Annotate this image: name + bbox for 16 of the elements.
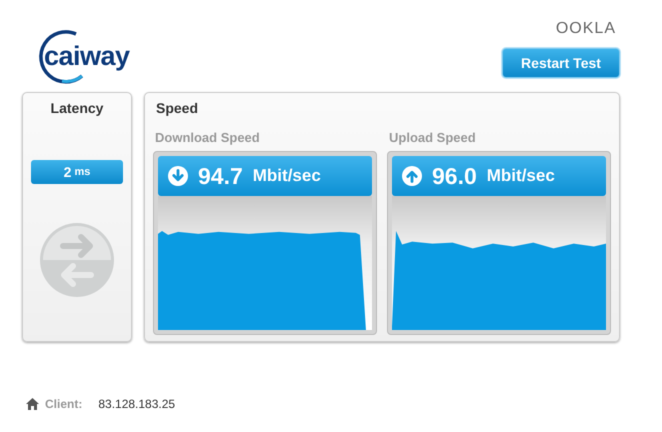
panel-title: Latency: [50, 100, 104, 116]
client-ip: 83.128.183.25: [98, 397, 176, 411]
ping-arrows-icon: [39, 222, 115, 298]
brand-logo: OOKLA: [556, 20, 616, 38]
test-label: Upload Speed: [388, 130, 477, 145]
restart-test-button[interactable]: Restart Test: [502, 48, 620, 78]
test-label: Download Speed: [154, 130, 261, 145]
panel-title: Speed: [156, 100, 198, 116]
speed-unit: Mbit/sec: [486, 166, 555, 186]
speed-value: 96.0: [432, 162, 477, 190]
speed-value: 94.7: [198, 162, 243, 190]
latency-result: 2 ms: [31, 160, 123, 184]
logo-text: caiway: [44, 40, 130, 72]
speed-unit: Mbit/sec: [252, 166, 321, 186]
client-label: Client:: [45, 397, 82, 411]
home-icon: [26, 398, 39, 410]
